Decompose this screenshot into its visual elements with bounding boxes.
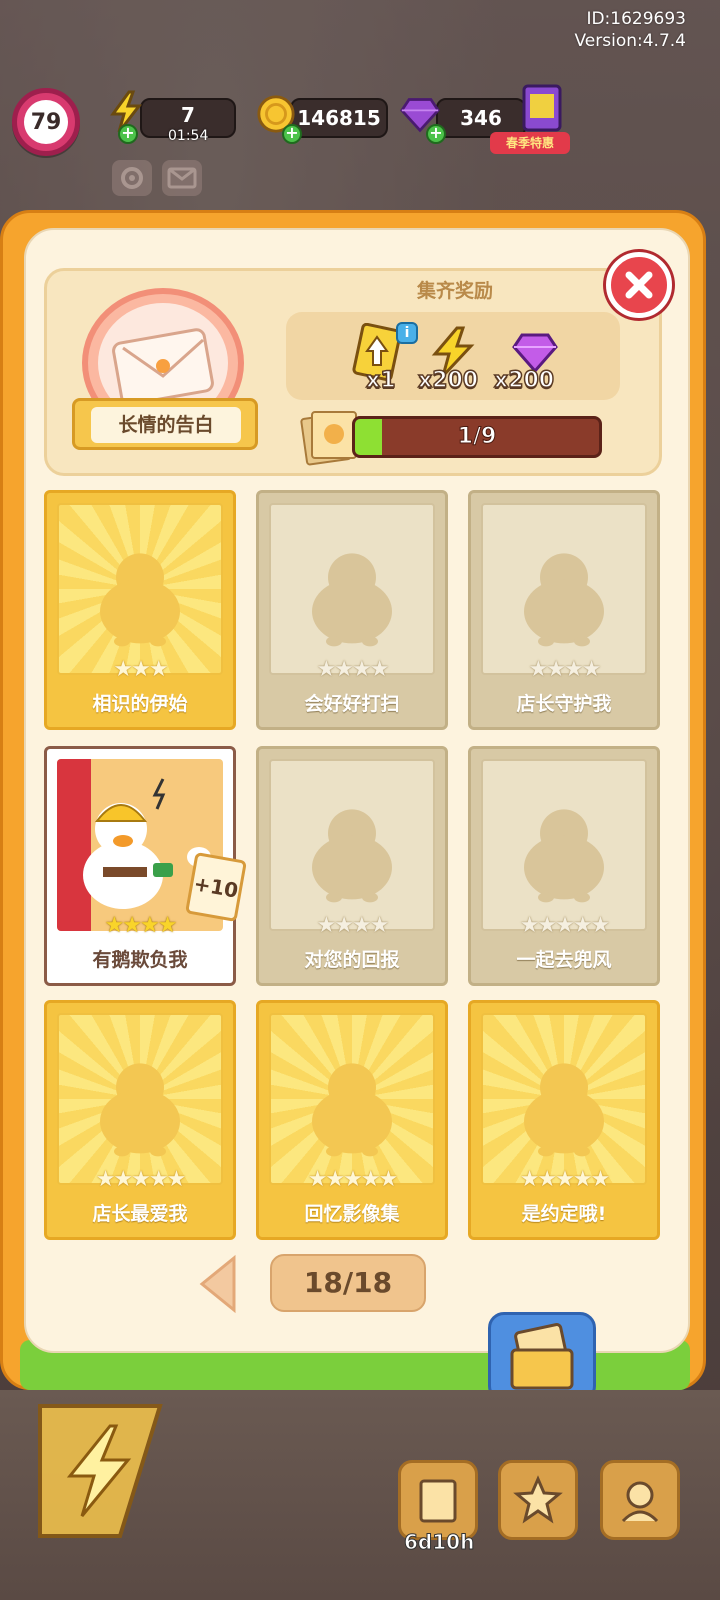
card-stars: ★★★ <box>113 657 168 682</box>
set-name-ribbon: 长情的告白 <box>72 398 258 450</box>
set-progress-text: 1/9 <box>457 424 497 450</box>
reward-info-icon[interactable]: i <box>396 322 418 344</box>
energy-plus-icon[interactable]: + <box>118 124 138 144</box>
card-stars: ★★★★ <box>528 657 602 682</box>
big-energy-icon[interactable] <box>20 1396 170 1546</box>
reward-qty-2: x200 <box>417 367 479 394</box>
card-silhouette-frame <box>269 1013 435 1185</box>
card-silhouette-frame <box>481 759 647 931</box>
album-card[interactable]: ★★★★ 店长守护我 <box>468 490 660 730</box>
album-card[interactable]: ★★★★ 对您的回报 <box>256 746 448 986</box>
album-card[interactable]: ★★★★★ 回忆影像集 <box>256 1000 448 1240</box>
friends-button[interactable] <box>600 1460 680 1540</box>
chick-silhouette-icon <box>92 547 188 651</box>
energy-value: 7 <box>181 103 195 127</box>
chick-silhouette-icon <box>304 803 400 907</box>
version-label: Version:4.7.4 <box>574 31 687 51</box>
card-stars: ★★★★★ <box>307 1167 399 1192</box>
card-silhouette-frame <box>269 503 435 675</box>
album-card[interactable]: ★★★★★ 一起去兜风 <box>468 746 660 986</box>
card-title: 是约定哦! <box>521 1203 607 1225</box>
mystery-button[interactable] <box>498 1460 578 1540</box>
set-name: 长情的告白 <box>91 407 241 443</box>
event-timer: 6d10h <box>403 1530 475 1555</box>
event-album-button[interactable] <box>398 1460 478 1540</box>
coin-value: 146815 <box>297 106 381 130</box>
card-title: 店长最爱我 <box>92 1203 188 1225</box>
star-badge-icon <box>513 1475 563 1524</box>
coin-counter[interactable]: 146815 <box>290 98 388 138</box>
page-indicator: 18/18 <box>270 1254 426 1312</box>
album-card[interactable]: ★★★★★ 是约定哦! <box>468 1000 660 1240</box>
card-stars: ★★★★ <box>104 913 178 938</box>
card-stars: ★★★★ <box>316 657 390 682</box>
level-number: 79 <box>24 100 68 144</box>
player-id: ID:1629693 <box>586 9 686 29</box>
prev-page-button[interactable] <box>196 1254 240 1314</box>
album-collection-button[interactable] <box>488 1312 596 1402</box>
chick-silhouette-icon <box>304 547 400 651</box>
gem-plus-icon[interactable]: + <box>426 124 446 144</box>
coin-plus-icon[interactable]: + <box>282 124 302 144</box>
card-stars: ★★★★★ <box>519 913 611 938</box>
chick-silhouette-icon <box>516 547 612 651</box>
album-card[interactable]: ★★★ 相识的伊始 <box>44 490 236 730</box>
set-progress-bar: 1/9 <box>352 416 602 458</box>
promo-label: 春季特惠 <box>490 132 570 154</box>
card-silhouette-frame <box>57 503 223 675</box>
version-info: ID:1629693 Version:4.7.4 <box>575 8 687 52</box>
reward-qty-1: x1 <box>365 367 396 394</box>
card-title: 对您的回报 <box>304 949 400 971</box>
reward-title: 集齐奖励 <box>416 280 493 302</box>
chick-silhouette-icon <box>304 1057 400 1161</box>
album-card[interactable]: ★★★★ 会好好打扫 <box>256 490 448 730</box>
chick-silhouette-icon <box>92 1057 188 1161</box>
card-silhouette-frame <box>481 1013 647 1185</box>
chick-silhouette-icon <box>516 1057 612 1161</box>
chevron-left-icon <box>199 1254 236 1314</box>
card-stars: ★★★★ <box>316 913 390 938</box>
card-stars: ★★★★★ <box>519 1167 611 1192</box>
card-title: 有鹅欺负我 <box>92 949 188 971</box>
friends-icon <box>621 1481 659 1523</box>
card-title: 会好好打扫 <box>304 693 400 715</box>
card-title: 店长守护我 <box>516 693 612 715</box>
close-icon <box>625 271 653 299</box>
card-silhouette-frame <box>269 759 435 931</box>
card-stars: ★★★★★ <box>95 1167 187 1192</box>
duplicate-bonus-tag: +10 <box>185 851 247 923</box>
mail-icon[interactable] <box>162 160 202 196</box>
card-title: 回忆影像集 <box>304 1203 400 1225</box>
close-button[interactable] <box>606 252 672 318</box>
envelope-icon <box>112 328 214 406</box>
card-title: 相识的伊始 <box>92 693 188 715</box>
reward-qty-3: x200 <box>493 367 555 394</box>
card-title: 一起去兜风 <box>516 949 612 971</box>
chick-silhouette-icon <box>516 803 612 907</box>
energy-timer: 01:54 <box>168 128 209 144</box>
settings-gear-icon[interactable] <box>112 160 152 196</box>
photo-card-icon <box>419 1479 457 1523</box>
card-silhouette-frame <box>57 1013 223 1185</box>
level-badge[interactable]: 79 <box>12 88 80 156</box>
card-silhouette-frame <box>481 503 647 675</box>
album-card[interactable]: ★★★★★ 店长最爱我 <box>44 1000 236 1240</box>
album-cards-icon <box>510 1323 574 1390</box>
